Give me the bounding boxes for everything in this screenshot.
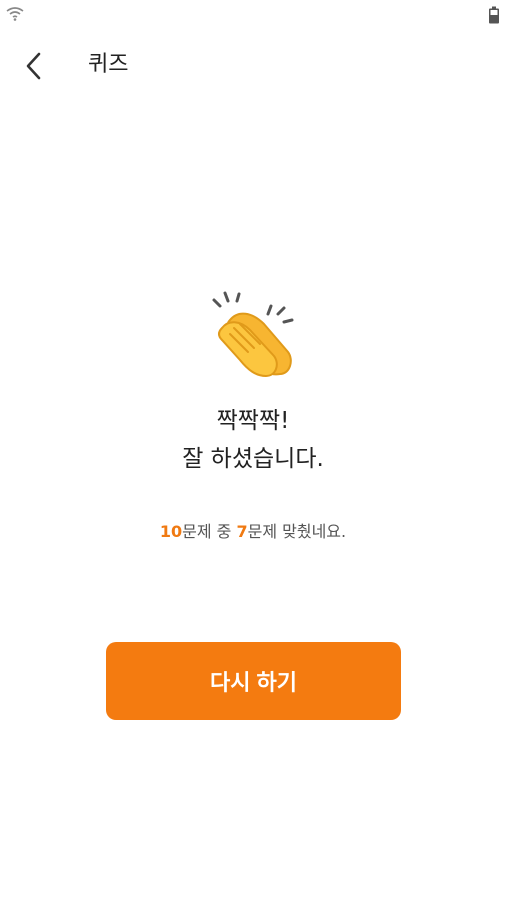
correct-suffix: 문제 맞췄네요.	[247, 522, 347, 541]
headline-line-2: 잘 하셨습니다.	[182, 446, 324, 472]
back-button[interactable]	[14, 46, 54, 86]
app-bar: 퀴즈	[0, 36, 506, 96]
score-summary: 10문제 중 7문제 맞췄네요.	[0, 520, 506, 544]
status-bar	[0, 0, 506, 30]
clapping-hands-icon	[212, 291, 294, 378]
total-suffix: 문제 중	[182, 522, 237, 541]
result-panel: 짝짝짝! 잘 하셨습니다. 10문제 중 7문제 맞췄네요.	[0, 290, 506, 544]
headline-line-1: 짝짝짝!	[216, 408, 290, 434]
correct-count: 7	[236, 522, 248, 541]
chevron-left-icon	[26, 52, 41, 80]
wifi-icon	[6, 7, 24, 21]
retry-button[interactable]: 다시 하기	[106, 642, 401, 720]
battery-icon	[489, 6, 499, 24]
total-count: 10	[159, 522, 183, 541]
result-headline: 짝짝짝! 잘 하셨습니다.	[0, 402, 506, 478]
page-title: 퀴즈	[88, 52, 129, 77]
